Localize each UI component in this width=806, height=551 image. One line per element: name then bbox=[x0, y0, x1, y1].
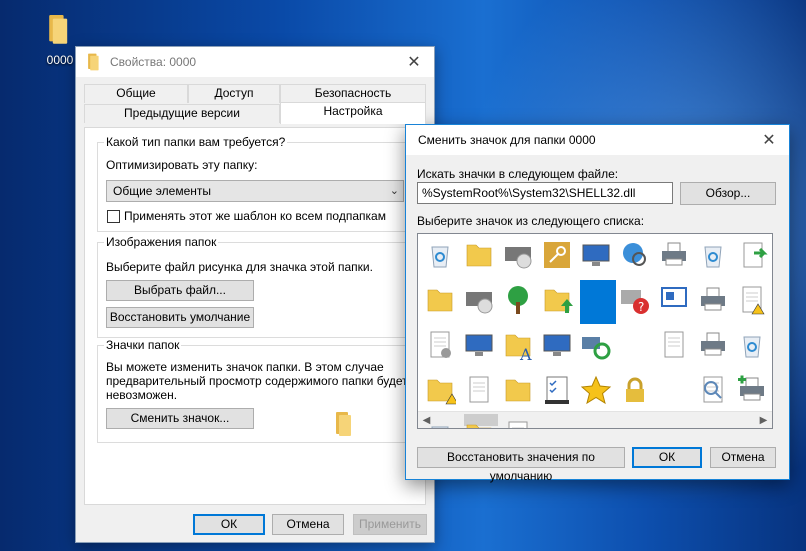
tree-icon[interactable] bbox=[502, 284, 538, 320]
sync-icon[interactable] bbox=[580, 329, 616, 365]
folder-edit-icon[interactable] bbox=[463, 419, 499, 428]
group-title: Значки папок bbox=[104, 338, 182, 352]
tab-security[interactable]: Безопасность bbox=[280, 84, 426, 103]
tab-sharing[interactable]: Доступ bbox=[188, 84, 280, 103]
recycle-bin-full-icon[interactable] bbox=[736, 329, 772, 365]
monitor-icon[interactable] bbox=[541, 329, 577, 365]
font-folder-icon[interactable]: A bbox=[502, 329, 538, 365]
folder-preview-icon bbox=[334, 412, 352, 436]
network-computer-icon[interactable] bbox=[580, 239, 616, 275]
recycle-bin-full-icon[interactable] bbox=[424, 239, 460, 275]
gear-doc-icon[interactable] bbox=[424, 329, 460, 365]
search-file-label: Искать значки в следующем файле: bbox=[417, 167, 619, 181]
dialog-title: Сменить значок для папки 0000 bbox=[418, 133, 596, 147]
scroll-right-icon[interactable]: ▶ bbox=[755, 412, 772, 428]
folder-type-select[interactable]: Общие элементы ⌄ bbox=[106, 180, 404, 202]
drive-icon[interactable] bbox=[463, 284, 499, 320]
folder-tools-icon[interactable] bbox=[502, 374, 538, 410]
choose-file-button[interactable]: Выбрать файл... bbox=[106, 280, 254, 301]
window-title: Свойства: 0000 bbox=[110, 55, 197, 69]
printer-network-icon[interactable] bbox=[697, 284, 733, 320]
folder-type-group: Какой тип папки вам требуется? Оптимизир… bbox=[97, 135, 413, 232]
chevron-down-icon: ⌄ bbox=[389, 185, 399, 197]
properties-titlebar[interactable]: Свойства: 0000 ✕ bbox=[76, 47, 434, 77]
properties-body: Общие Доступ Безопасность Предыдущие вер… bbox=[76, 77, 434, 542]
folder-upload-icon[interactable] bbox=[541, 284, 577, 320]
change-icon-dialog: Сменить значок для папки 0000 ✕ Искать з… bbox=[405, 124, 790, 483]
key-icon[interactable] bbox=[541, 239, 577, 275]
cd-drive-icon[interactable] bbox=[502, 239, 538, 275]
recycle-bin-empty-icon[interactable] bbox=[697, 239, 733, 275]
ok-button[interactable]: ОК bbox=[193, 514, 265, 535]
svg-text:?: ? bbox=[638, 300, 644, 314]
search-doc-icon[interactable] bbox=[697, 374, 733, 410]
optimize-label: Оптимизировать эту папку: bbox=[106, 158, 258, 172]
icons-description-line3: невозможен. bbox=[106, 388, 178, 402]
icons-description-line2: предварительный просмотр содержимого пап… bbox=[106, 374, 408, 388]
dialog-titlebar[interactable]: Сменить значок для папки 0000 ✕ bbox=[406, 125, 789, 155]
printer-icon[interactable] bbox=[658, 239, 694, 275]
icon-list[interactable]: ◀ ▶ ? A bbox=[417, 233, 773, 429]
globe-search-icon[interactable] bbox=[619, 239, 655, 275]
add-printer-icon[interactable] bbox=[736, 374, 772, 410]
cancel-button[interactable]: Отмена bbox=[272, 514, 344, 535]
desktop-folder-label: 0000 bbox=[46, 53, 74, 67]
lock-icon[interactable] bbox=[619, 374, 655, 410]
recycle-bin-icon[interactable] bbox=[424, 419, 460, 428]
group-title: Изображения папок bbox=[104, 235, 219, 249]
folder-grid-icon[interactable] bbox=[463, 239, 499, 275]
warning-doc-icon[interactable] bbox=[736, 284, 772, 320]
dialog-cancel-button[interactable]: Отмена bbox=[710, 447, 776, 468]
folder-settings-icon[interactable] bbox=[424, 284, 460, 320]
folder-icons-group: Значки папок Вы можете изменить значок п… bbox=[97, 338, 413, 443]
printer-small-icon[interactable] bbox=[697, 329, 733, 365]
presentation-icon[interactable] bbox=[658, 284, 694, 320]
tab-previous-versions[interactable]: Предыдущие версии bbox=[84, 104, 280, 123]
close-icon[interactable]: ✕ bbox=[749, 125, 789, 155]
tab-customize[interactable]: Настройка bbox=[280, 102, 426, 124]
desktop-folder-icon[interactable]: 0000 bbox=[40, 15, 80, 67]
blank-docs-icon[interactable] bbox=[658, 329, 694, 365]
tab-general[interactable]: Общие bbox=[84, 84, 188, 103]
folder-icon bbox=[47, 15, 73, 51]
svg-text:A: A bbox=[519, 345, 532, 361]
icon-list-label: Выберите значок из следующего списка: bbox=[417, 214, 645, 228]
no-access-help-icon[interactable]: ? bbox=[619, 284, 655, 320]
folder-pictures-group: Изображения папок Выберите файл рисунка … bbox=[97, 235, 413, 338]
settings-doc-icon[interactable] bbox=[502, 419, 538, 428]
dialog-ok-button[interactable]: ОК bbox=[632, 447, 702, 468]
blank bbox=[619, 329, 655, 365]
star-icon[interactable] bbox=[580, 374, 616, 410]
icons-description-line1: Вы можете изменить значок папки. В этом … bbox=[106, 360, 384, 374]
green-arrow-doc-icon[interactable] bbox=[736, 239, 772, 275]
restore-defaults-button[interactable]: Восстановить значения по умолчанию bbox=[417, 447, 625, 483]
apply-template-checkbox[interactable] bbox=[107, 210, 120, 223]
change-icon-button[interactable]: Сменить значок... bbox=[106, 408, 254, 429]
apply-button[interactable]: Применить bbox=[353, 514, 427, 535]
desktop-tile-icon[interactable] bbox=[463, 329, 499, 365]
checklist-icon[interactable] bbox=[541, 374, 577, 410]
icon-file-input[interactable]: %SystemRoot%\System32\SHELL32.dll bbox=[417, 182, 673, 204]
pictures-description: Выберите файл рисунка для значка этой па… bbox=[106, 260, 373, 274]
properties-window: Свойства: 0000 ✕ Общие Доступ Безопаснос… bbox=[75, 46, 435, 543]
select-value: Общие элементы bbox=[113, 184, 211, 198]
close-icon[interactable]: ✕ bbox=[394, 47, 434, 77]
group-title: Какой тип папки вам требуется? bbox=[104, 135, 288, 149]
checkbox-label: Применять этот же шаблон ко всем подпапк… bbox=[124, 209, 386, 223]
customize-page: Какой тип папки вам требуется? Оптимизир… bbox=[84, 127, 426, 505]
browse-button[interactable]: Обзор... bbox=[680, 182, 776, 205]
blue-tile-selected[interactable] bbox=[580, 280, 616, 324]
folder-warning-icon[interactable] bbox=[424, 374, 460, 410]
folder-icon bbox=[87, 53, 100, 71]
document-list-icon[interactable] bbox=[463, 374, 499, 410]
restore-default-button[interactable]: Восстановить умолчание bbox=[106, 307, 254, 328]
blank bbox=[658, 374, 694, 410]
